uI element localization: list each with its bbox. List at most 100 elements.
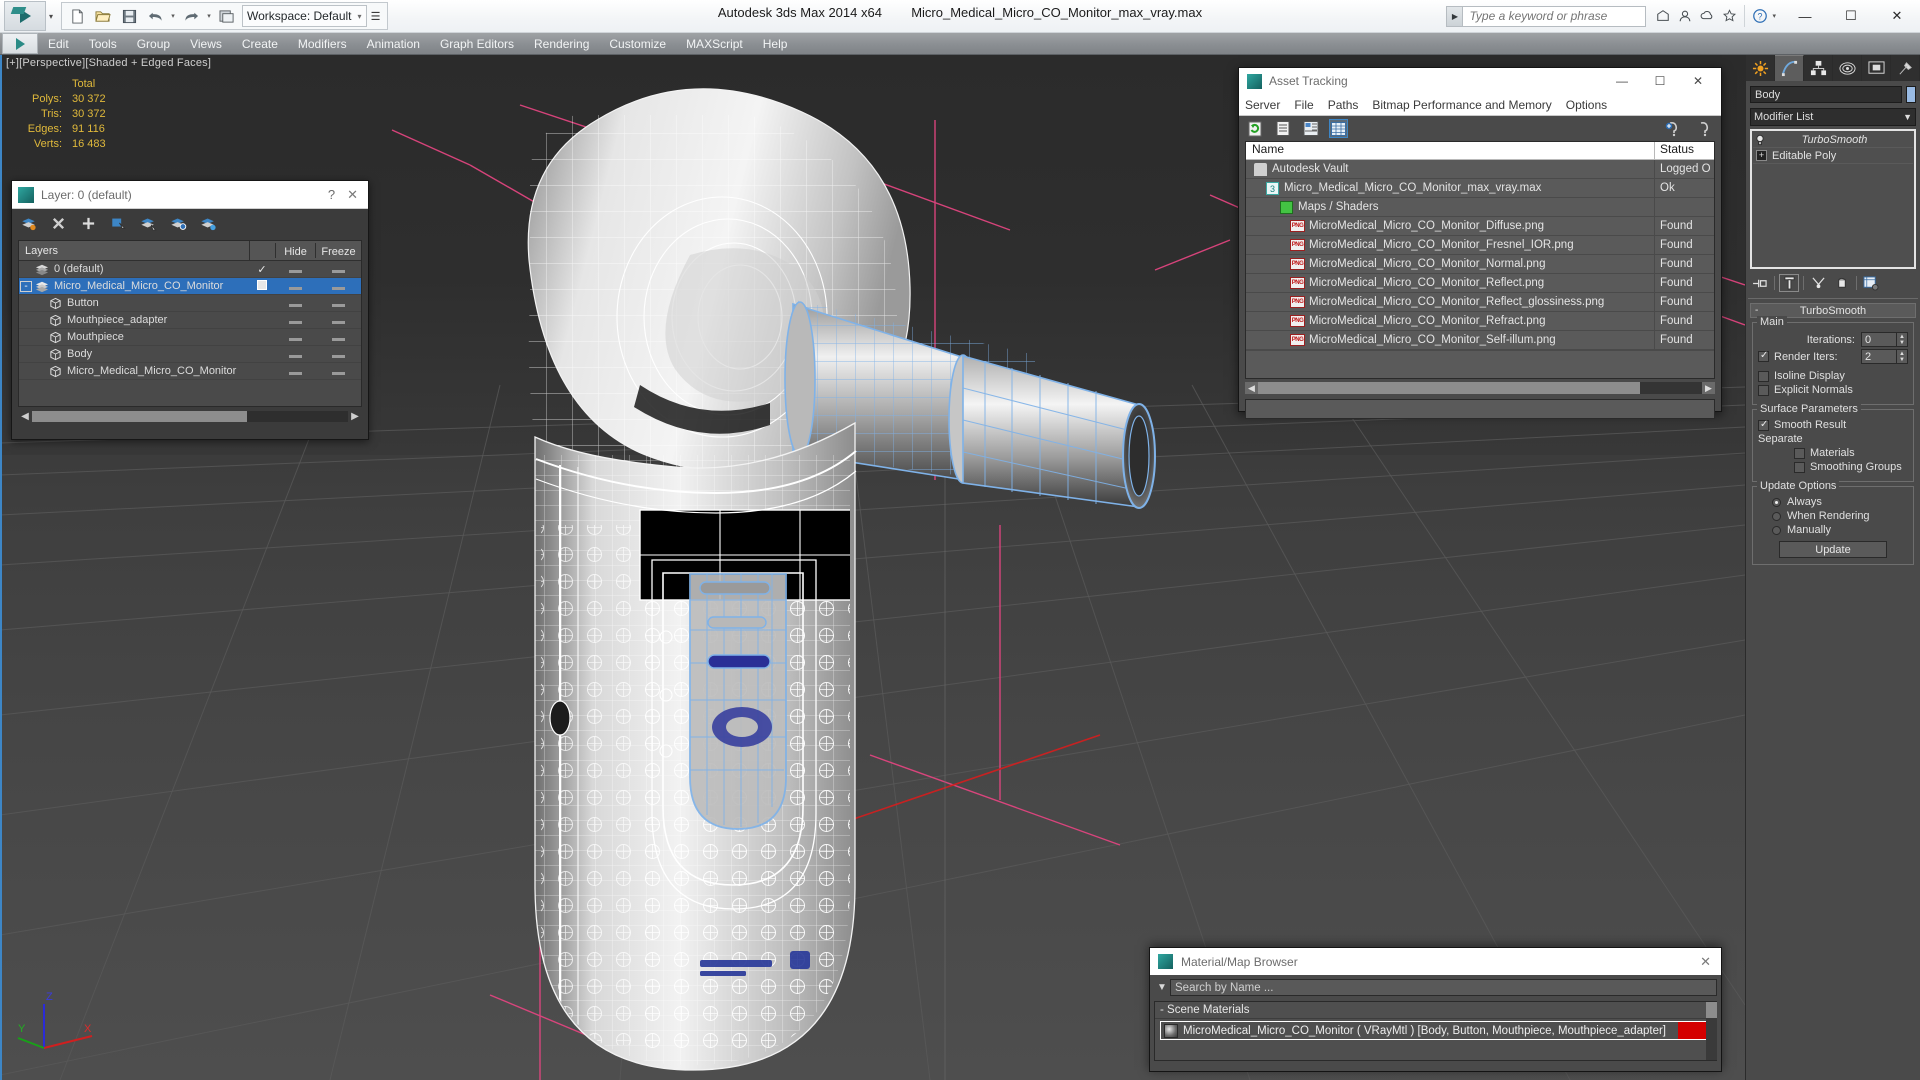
tab-create[interactable] xyxy=(1746,55,1775,81)
iterations-value[interactable]: 0 xyxy=(1861,332,1897,347)
scroll-thumb[interactable] xyxy=(1258,382,1640,394)
add-selection-to-layer-icon[interactable] xyxy=(78,213,98,233)
new-file-icon[interactable] xyxy=(64,4,90,28)
create-new-layer-icon[interactable] xyxy=(18,213,38,233)
table-row[interactable]: PNG MicroMedical_Micro_CO_Monitor_Diffus… xyxy=(1246,217,1714,236)
search-box[interactable]: ▶ xyxy=(1446,5,1647,27)
hide-unhide-layers-icon[interactable] xyxy=(198,213,218,233)
scroll-left-icon[interactable]: ◀ xyxy=(18,411,32,422)
asset-menu-file[interactable]: File xyxy=(1294,98,1313,112)
sign-in-icon[interactable] xyxy=(1674,4,1696,28)
asset-table[interactable]: Name Status Autodesk Vault Logged O 3 Mi… xyxy=(1245,141,1715,379)
layer-hide-toggle[interactable] xyxy=(275,313,315,327)
exchange-app-store-icon[interactable] xyxy=(1652,4,1674,28)
render-iters-checkbox[interactable] xyxy=(1758,350,1769,362)
object-name-field[interactable] xyxy=(1750,86,1902,103)
menu-logo-icon[interactable] xyxy=(2,33,38,54)
layer-dialog-help-button[interactable]: ? xyxy=(316,187,347,202)
qat-overflow-icon[interactable]: ☰ xyxy=(367,4,385,28)
tab-utilities[interactable] xyxy=(1891,55,1920,81)
list-item[interactable]: MicroMedical_Micro_CO_Monitor ( VRayMtl … xyxy=(1160,1021,1713,1040)
layer-freeze-toggle[interactable] xyxy=(315,313,361,327)
refresh-icon[interactable] xyxy=(1245,119,1264,138)
table-row[interactable]: Autodesk Vault Logged O xyxy=(1246,160,1714,179)
table-row[interactable]: Micro_Medical_Micro_CO_Monitor xyxy=(19,363,361,380)
layer-current-check[interactable]: ✓ xyxy=(249,263,275,276)
scroll-right-icon[interactable]: ▶ xyxy=(1702,382,1715,394)
iterations-spinner[interactable]: 0 ▲ ▼ xyxy=(1861,332,1908,347)
menu-item-maxscript[interactable]: MAXScript xyxy=(676,35,753,53)
layer-current-check[interactable] xyxy=(249,279,275,293)
explicit-normals-checkbox[interactable] xyxy=(1758,384,1769,396)
table-row[interactable]: PNG MicroMedical_Micro_CO_Monitor_Normal… xyxy=(1246,255,1714,274)
command-panel[interactable]: Modifier List ▼ TurboSmooth + Editable P… xyxy=(1745,55,1920,1080)
tab-motion[interactable] xyxy=(1833,55,1862,81)
menu-item-create[interactable]: Create xyxy=(232,35,288,53)
modifier-stack[interactable]: TurboSmooth + Editable Poly xyxy=(1750,129,1916,269)
grid-view-icon[interactable] xyxy=(1329,119,1348,138)
menu-item-views[interactable]: Views xyxy=(180,35,232,53)
render-iters-value[interactable]: 2 xyxy=(1861,349,1897,364)
set-project-folder-icon[interactable] xyxy=(214,4,240,28)
table-row[interactable]: Mouthpiece_adapter xyxy=(19,312,361,329)
tab-hierarchy[interactable] xyxy=(1804,55,1833,81)
minimize-button[interactable]: — xyxy=(1782,0,1828,32)
table-row[interactable]: PNG MicroMedical_Micro_CO_Monitor_Fresne… xyxy=(1246,236,1714,255)
layer-freeze-toggle[interactable] xyxy=(315,279,361,293)
scroll-track[interactable] xyxy=(32,411,348,422)
menu-item-customize[interactable]: Customize xyxy=(599,35,676,53)
modifier-list-dropdown[interactable]: Modifier List ▼ xyxy=(1750,108,1916,126)
material-browser-close-button[interactable]: ✕ xyxy=(1700,954,1715,970)
workspace-chevron-icon[interactable]: ▾ xyxy=(352,12,362,21)
layer-freeze-toggle[interactable] xyxy=(315,347,361,361)
layer-freeze-toggle[interactable] xyxy=(315,330,361,344)
menu-item-modifiers[interactable]: Modifiers xyxy=(288,35,357,53)
spinner-arrows-icon[interactable]: ▲ ▼ xyxy=(1897,349,1908,364)
select-highlighted-layers-icon[interactable] xyxy=(138,213,158,233)
layer-dialog[interactable]: Layer: 0 (default) ? ✕ Layers Hide Freez… xyxy=(11,180,369,440)
favorites-star-icon[interactable] xyxy=(1718,4,1740,28)
redo-dropdown-icon[interactable]: ▾ xyxy=(204,4,214,28)
update-when-rendering-radio[interactable] xyxy=(1772,511,1781,521)
list-view-icon[interactable] xyxy=(1273,119,1292,138)
select-objects-in-layer-icon[interactable] xyxy=(108,213,128,233)
tab-modify[interactable] xyxy=(1775,55,1804,81)
menu-item-rendering[interactable]: Rendering xyxy=(524,35,599,53)
tab-display[interactable] xyxy=(1862,55,1891,81)
layer-list-hscrollbar[interactable]: ◀ ▶ xyxy=(18,409,362,424)
layer-freeze-toggle[interactable] xyxy=(315,262,361,276)
show-end-result-icon[interactable] xyxy=(1779,274,1799,292)
layer-hide-toggle[interactable] xyxy=(275,347,315,361)
app-logo-icon[interactable] xyxy=(4,1,46,31)
update-always-radio[interactable] xyxy=(1772,497,1781,507)
workspace-selector[interactable]: Workspace: Default ▾ xyxy=(242,5,367,27)
lightbulb-icon[interactable] xyxy=(1754,134,1766,146)
update-button[interactable]: Update xyxy=(1779,541,1887,558)
table-row[interactable]: PNG MicroMedical_Micro_CO_Monitor_Refrac… xyxy=(1246,312,1714,331)
delete-layer-icon[interactable] xyxy=(48,213,68,233)
table-row[interactable]: Button xyxy=(19,295,361,312)
material-list-vscrollbar[interactable] xyxy=(1706,1002,1717,1060)
layer-hide-toggle[interactable] xyxy=(275,364,315,378)
undo-icon[interactable] xyxy=(142,4,168,28)
redo-icon[interactable] xyxy=(178,4,204,28)
save-file-icon[interactable] xyxy=(116,4,142,28)
layer-freeze-toggle[interactable] xyxy=(315,296,361,310)
material-browser-list[interactable]: - Scene Materials MicroMedical_Micro_CO_… xyxy=(1154,1001,1717,1061)
layer-dialog-close-button[interactable]: ✕ xyxy=(347,187,362,203)
table-row[interactable]: Body xyxy=(19,346,361,363)
table-row[interactable]: - Micro_Medical_Micro_CO_Monitor xyxy=(19,278,361,295)
object-color-swatch[interactable] xyxy=(1906,86,1916,103)
asset-tracking-minimize-button[interactable]: — xyxy=(1603,69,1641,94)
close-button[interactable]: ✕ xyxy=(1874,0,1920,32)
help-icon[interactable]: ? xyxy=(1749,4,1771,28)
asset-menu-options[interactable]: Options xyxy=(1566,98,1607,112)
table-row[interactable]: 0 (default) ✓ xyxy=(19,261,361,278)
layer-expander[interactable]: - xyxy=(20,280,32,292)
menu-item-graph-editors[interactable]: Graph Editors xyxy=(430,35,524,53)
layer-freeze-toggle[interactable] xyxy=(315,364,361,378)
asset-menu-bitmap-performance[interactable]: Bitmap Performance and Memory xyxy=(1372,98,1551,112)
menu-item-help[interactable]: Help xyxy=(753,35,798,53)
layer-list[interactable]: Layers Hide Freeze 0 (default) ✓ - Micro… xyxy=(18,240,362,407)
maximize-button[interactable]: ☐ xyxy=(1828,0,1874,32)
